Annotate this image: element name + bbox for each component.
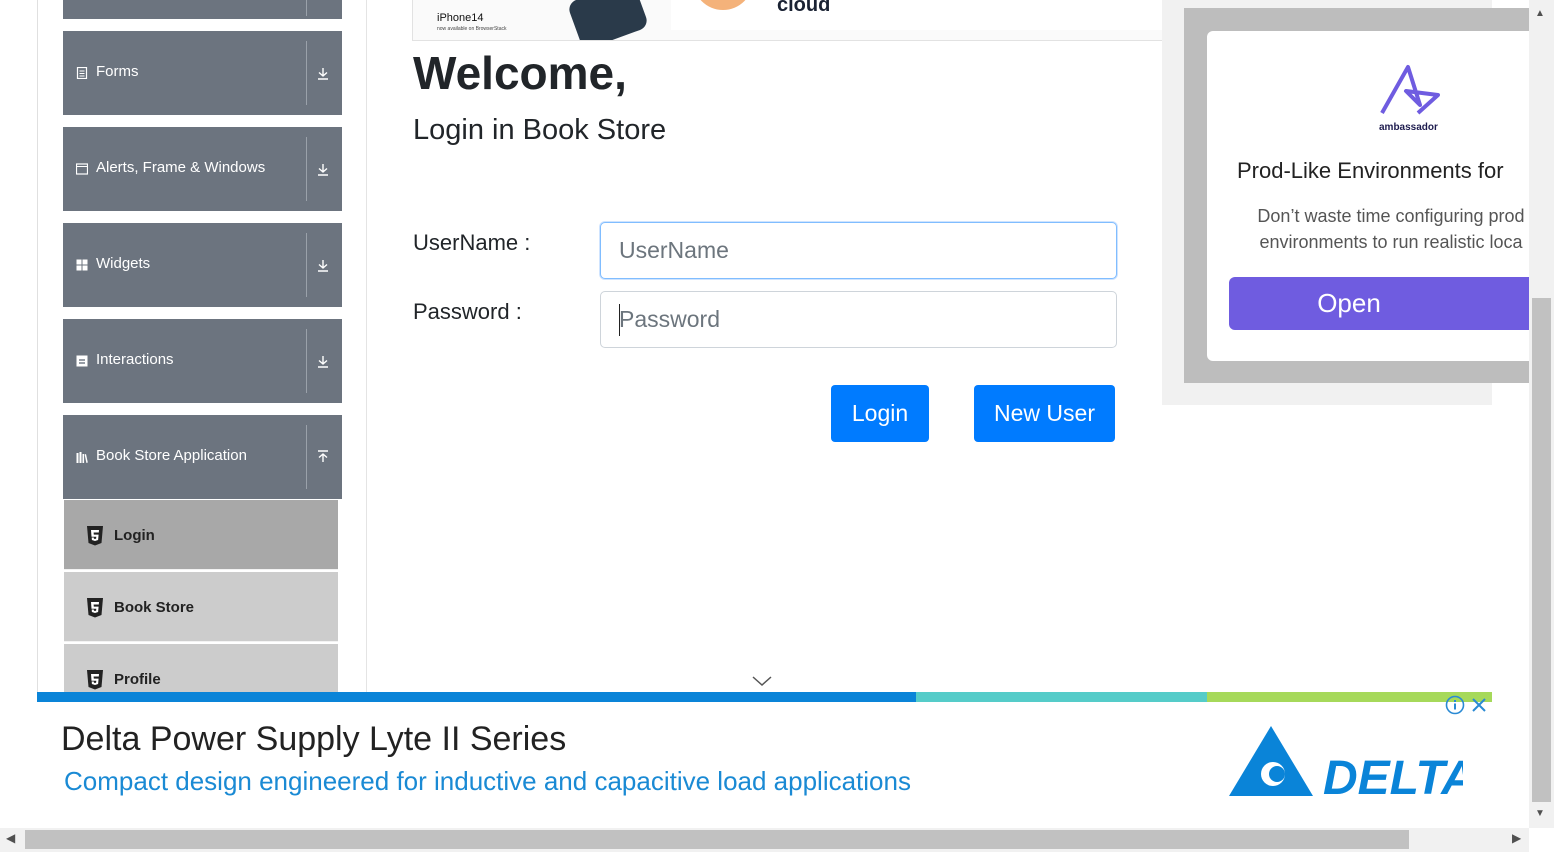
ad-title: Prod-Like Environments for [1237,158,1504,183]
vertical-scrollbar[interactable]: ▲ ▼ [1529,0,1554,828]
ambassador-logo-icon [1380,65,1440,115]
sidebar-group-label: Interactions [96,351,174,368]
close-icon[interactable] [1469,695,1489,715]
sidebar-group-elements[interactable] [63,0,342,19]
page-title: Welcome, [413,47,627,99]
ad-description-line: Don’t waste time configuring prod [1257,206,1525,226]
ad-stripe [916,692,1207,702]
ad-open-button[interactable]: Open [1229,277,1529,330]
login-button[interactable]: Login [831,385,929,442]
scroll-right-arrow-icon[interactable]: ▶ [1512,831,1521,845]
new-user-button[interactable]: New User [974,385,1115,442]
sidebar-item-label: Book Store [114,599,195,616]
ad-tagline: Compact design engineered for inductive … [64,766,911,796]
left-border [37,0,38,738]
group-separator [306,233,307,297]
username-label: UserName : [413,230,531,255]
password-input[interactable] [600,291,1117,348]
ad-product-subtitle: now available on BrowserStack [437,26,507,32]
scroll-down-arrow-icon[interactable]: ▼ [1535,808,1545,819]
username-input[interactable] [600,222,1117,279]
sidebar-group-forms[interactable]: Forms [63,31,342,115]
page-subtitle: Login in Book Store [413,114,667,146]
sidebar-item-label: Profile [114,671,161,688]
group-separator [306,425,307,489]
group-separator [306,41,307,105]
top-banner-ad[interactable]: iPhone14 now available on BrowserStack c… [412,0,1172,41]
download-arrow-icon[interactable] [316,353,330,369]
sidebar-item-login[interactable]: Login [64,500,338,570]
sidebar-group-label: Widgets [96,255,151,272]
sidebar-group-widgets[interactable]: Widgets [63,223,342,307]
page: Forms Alerts, Frame & Windows Widgets In… [0,0,1554,852]
scroll-up-arrow-icon[interactable]: ▲ [1535,8,1545,19]
scroll-left-arrow-icon[interactable]: ◀ [6,831,15,845]
group-separator [306,137,307,201]
delta-wordmark: DELTA [1323,752,1463,798]
upload-arrow-icon[interactable] [316,449,330,465]
scrollbar-thumb[interactable] [25,830,1409,849]
ad-headline: cloud [777,0,831,16]
window-icon [76,163,88,175]
phone-image [566,0,650,40]
sidebar-group-interactions[interactable]: Interactions [63,319,342,403]
delta-logo-icon: DELTA [1229,726,1463,798]
ad-card [671,0,1171,30]
ad-product-name: iPhone14 [437,12,484,24]
sidebar-item-book-store[interactable]: Book Store [64,572,338,642]
horizontal-scrollbar[interactable]: ◀ ▶ [0,828,1529,852]
password-label: Password : [413,299,522,324]
ad-headline: Delta Power Supply Lyte II Series [61,720,567,758]
books-icon [76,452,88,463]
group-separator [306,329,307,393]
html5-icon [87,526,103,546]
html5-icon [87,598,103,618]
column-divider [366,0,367,692]
html5-icon [87,670,103,690]
download-arrow-icon[interactable] [316,161,330,177]
sidebar-group-label: Forms [96,63,139,80]
sidebar-group-label: Book Store Application [96,447,247,464]
widgets-icon [76,259,88,271]
download-arrow-icon[interactable] [316,257,330,273]
sidebar-group-label: Alerts, Frame & Windows [96,159,266,176]
text-caret [619,304,620,336]
download-arrow-icon[interactable] [316,65,330,81]
info-icon[interactable] [1445,695,1465,715]
sidebar-group-alerts[interactable]: Alerts, Frame & Windows [63,127,342,211]
group-separator [306,0,307,16]
ad-brand: ambassador [1379,122,1438,133]
ad-description-line: environments to run realistic loca [1259,232,1523,252]
interactions-icon [76,355,88,367]
chevron-down-icon[interactable] [751,674,773,688]
forms-icon [76,67,88,79]
scrollbar-thumb[interactable] [1532,298,1551,802]
ad-description: Don’t waste time configuring prod enviro… [1231,203,1551,255]
sidebar-item-label: Login [114,527,155,544]
ad-stripe [37,692,916,702]
sidebar-group-book-store[interactable]: Book Store Application [63,415,342,499]
bottom-banner-ad[interactable]: Delta Power Supply Lyte II Series Compac… [37,692,1492,828]
